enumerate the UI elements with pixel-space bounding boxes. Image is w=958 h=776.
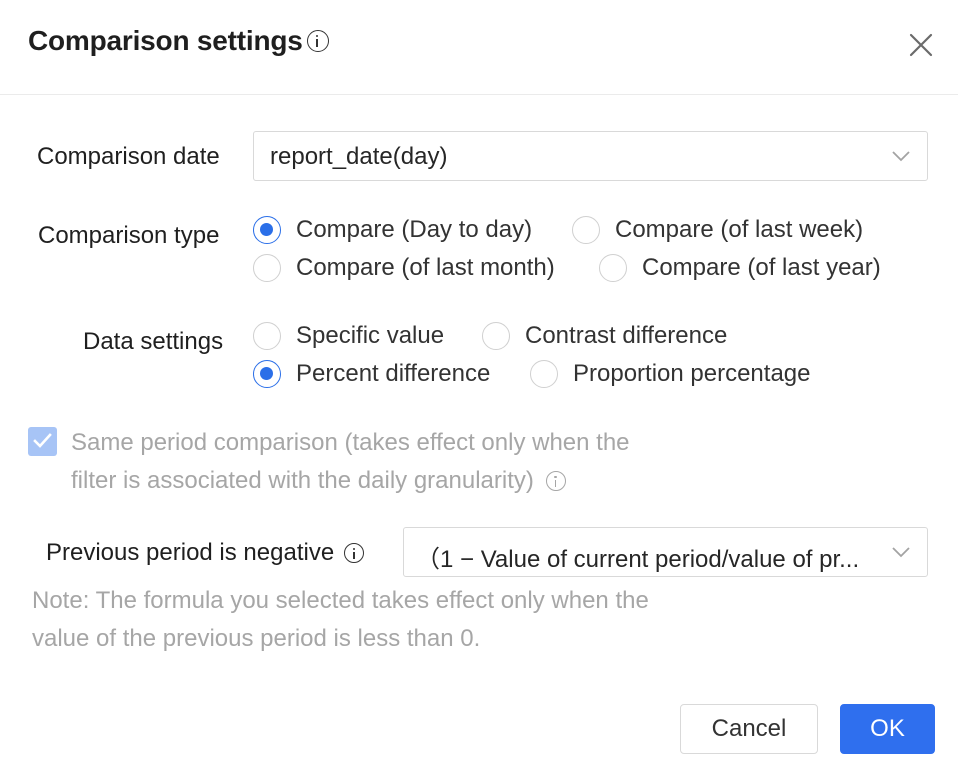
same-period-text-line2-row: filter is associated with the daily gran… [71,467,566,495]
ok-button[interactable]: OK [840,704,935,754]
same-period-text-line1: Same period comparison (takes effect onl… [71,429,630,456]
dialog-title: Comparison settings [28,25,303,56]
radio-label: Compare (of last year) [642,254,881,281]
radio-contrast-difference[interactable]: Contrast difference [482,322,727,350]
radio-label: Proportion percentage [573,360,811,387]
radio-label: Compare (of last week) [615,216,864,243]
info-icon[interactable] [545,471,566,491]
note-line2: value of the previous period is less tha… [32,625,481,652]
previous-negative-label: Previous period is negative [46,539,335,566]
info-icon[interactable] [306,30,329,52]
comparison-date-label: Comparison date [37,143,220,170]
data-settings-label: Data settings [83,328,224,355]
radio-last-month[interactable]: Compare (of last month) [253,254,555,282]
cancel-button[interactable]: Cancel [680,704,818,754]
dialog-title-row: Comparison settings [28,25,329,57]
radio-circle [530,360,558,388]
radio-proportion-percentage[interactable]: Proportion percentage [530,360,811,388]
info-icon[interactable] [344,543,365,563]
radio-circle [253,322,281,350]
radio-day-to-day[interactable]: Compare (Day to day) [253,216,532,244]
close-button[interactable] [906,30,936,60]
radio-label: Compare (Day to day) [296,216,533,243]
chevron-down-icon [892,151,910,162]
radio-circle [253,216,281,244]
previous-negative-label-row: Previous period is negative [46,539,365,567]
radio-last-week[interactable]: Compare (of last week) [572,216,863,244]
comparison-date-select[interactable]: report_date(day) [253,131,928,181]
radio-circle [253,254,281,282]
radio-last-year[interactable]: Compare (of last year) [599,254,881,282]
checkmark-icon [33,433,52,448]
note-line1: Note: The formula you selected takes eff… [32,587,649,614]
radio-label: Compare (of last month) [296,254,555,281]
radio-specific-value[interactable]: Specific value [253,322,444,350]
dialog-header: Comparison settings [0,0,958,95]
same-period-text-line2: filter is associated with the daily gran… [71,467,534,494]
chevron-down-icon [892,547,910,558]
comparison-type-label: Comparison type [38,222,220,249]
radio-label: Percent difference [296,360,491,387]
radio-circle [572,216,600,244]
radio-circle [482,322,510,350]
comparison-date-value: report_date(day) [270,143,448,170]
radio-label: Contrast difference [525,322,728,349]
radio-circle [599,254,627,282]
same-period-checkbox[interactable] [28,427,57,456]
previous-negative-select[interactable]: （1 − Value of current period/value of pr… [403,527,928,577]
radio-circle [253,360,281,388]
previous-negative-value: （1 − Value of current period/value of pr… [416,546,860,573]
radio-label: Specific value [296,322,445,349]
close-icon [909,33,933,57]
radio-percent-difference[interactable]: Percent difference [253,360,490,388]
